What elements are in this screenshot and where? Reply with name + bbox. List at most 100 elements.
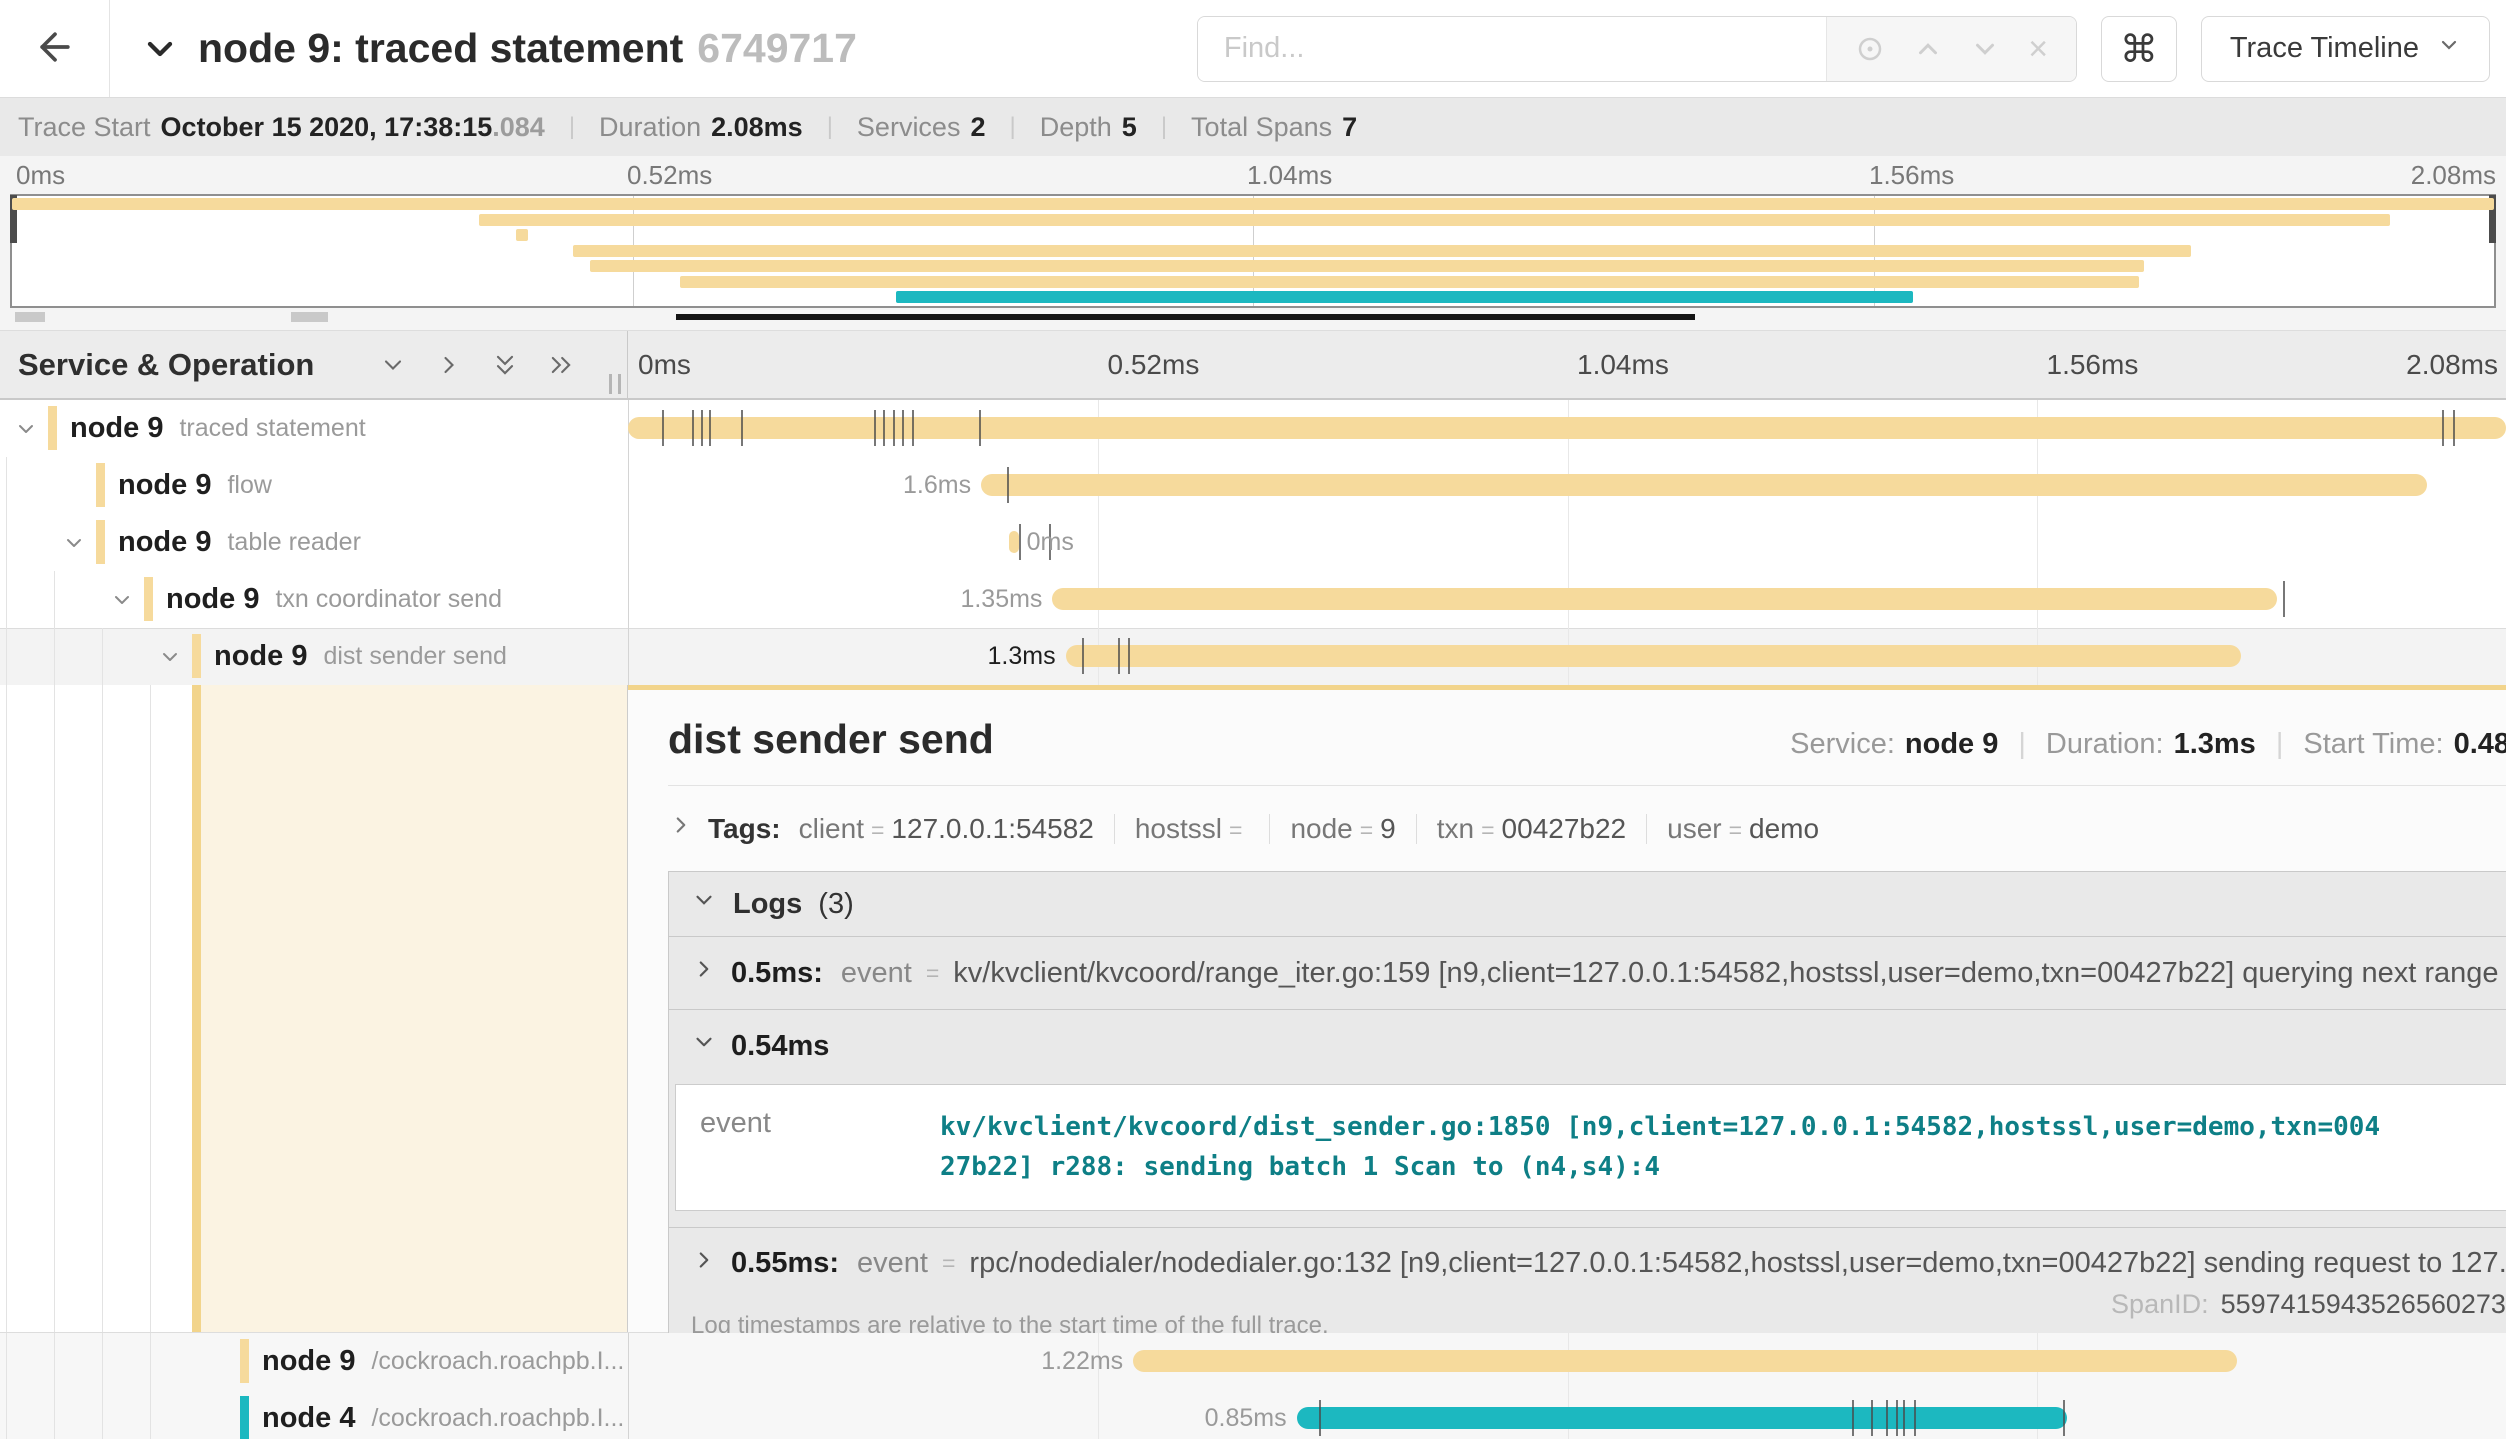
span-meta-label: Service: xyxy=(1790,728,1895,760)
collapse-all-icon[interactable] xyxy=(491,351,519,379)
collapse-trace-chevron-icon[interactable] xyxy=(140,29,180,69)
span-name[interactable]: node 9flow xyxy=(118,457,272,514)
expand-all-icon[interactable] xyxy=(547,351,575,379)
span-row-name-cell[interactable]: node 9txn coordinator send xyxy=(0,571,628,628)
span-toggle-chevron-icon[interactable] xyxy=(62,531,86,555)
span-toggle-chevron-icon[interactable] xyxy=(158,645,182,669)
span-duration-bar[interactable] xyxy=(1133,1350,2237,1372)
span-row-name-cell[interactable]: node 9flow xyxy=(0,457,628,514)
span-row[interactable]: node 9 table reader 0ms xyxy=(0,514,2506,571)
summary-item: Total Spans7 xyxy=(1191,112,1357,143)
log-entry: 0.54mseventkv/kvclient/kvcoord/dist_send… xyxy=(669,1009,2506,1211)
logs-header[interactable]: Logs(3) xyxy=(669,872,2506,936)
span-row-timeline-cell[interactable]: 0ms xyxy=(628,514,2506,571)
indent-guide xyxy=(102,685,103,1332)
span-name[interactable]: node 9/cockroach.roachpb.I... xyxy=(262,1333,624,1390)
tag-item[interactable]: user=demo xyxy=(1667,813,1819,845)
match-target-icon[interactable] xyxy=(1855,34,1885,64)
log-toggle-chevron-icon xyxy=(691,956,717,990)
span-row-name-cell[interactable]: node 9traced statement xyxy=(0,400,628,457)
find-input[interactable] xyxy=(1198,17,1826,81)
expand-one-icon[interactable] xyxy=(435,351,463,379)
summary-item: Trace StartOctober 15 2020, 17:38:15.084 xyxy=(18,112,545,143)
minimap-canvas[interactable] xyxy=(10,194,2496,308)
span-row[interactable]: node 9dist sender send 1.3ms xyxy=(0,628,2506,685)
scrubber-range[interactable] xyxy=(676,314,1695,320)
scrubber-handle[interactable] xyxy=(291,312,328,322)
prev-match-icon[interactable] xyxy=(1913,34,1943,64)
back-button[interactable] xyxy=(0,0,110,97)
summary-value-suffix: .084 xyxy=(492,112,545,142)
log-marker-tick xyxy=(883,410,885,446)
span-row-timeline-cell[interactable]: 1.6ms xyxy=(628,457,2506,514)
log-entry-header[interactable]: 0.5ms:event=kv/kvclient/kvcoord/range_it… xyxy=(669,937,2506,1009)
span-name[interactable]: node 9traced statement xyxy=(70,400,366,457)
log-field-value: rpc/nodedialer/nodedialer.go:132 [n9,cli… xyxy=(969,1247,2506,1280)
span-row-name-cell[interactable]: node 9 table reader xyxy=(0,514,628,571)
summary-value: 2.08ms xyxy=(711,112,803,142)
span-duration-bar[interactable] xyxy=(981,474,2427,496)
span-rows: node 9traced statementnode 9flow1.6msnod… xyxy=(0,400,2506,685)
tag-key: txn xyxy=(1437,813,1474,844)
span-duration-label: 1.3ms xyxy=(987,628,1055,685)
span-name[interactable]: node 9dist sender send xyxy=(214,628,507,685)
span-row-timeline-cell[interactable] xyxy=(628,400,2506,457)
keyboard-shortcuts-button[interactable]: ⌘ xyxy=(2101,16,2177,82)
span-duration-label: 0ms xyxy=(1027,514,1074,571)
equals-sign: = xyxy=(1360,817,1373,843)
span-duration-bar[interactable] xyxy=(1297,1407,2067,1429)
span-row-name-cell[interactable]: node 9/cockroach.roachpb.I... xyxy=(0,1333,628,1390)
span-toggle-chevron-icon[interactable] xyxy=(110,588,134,612)
span-name[interactable]: node 9 table reader xyxy=(118,514,361,571)
span-row[interactable]: node 9flow 1.6ms xyxy=(0,457,2506,514)
span-color-bar xyxy=(144,577,153,621)
span-duration-bar[interactable] xyxy=(628,417,2506,439)
span-operation-name: table reader xyxy=(227,528,360,557)
span-service-name: node 9 xyxy=(166,583,259,616)
clear-find-icon[interactable]: × xyxy=(2028,32,2048,66)
tag-key: hostssl xyxy=(1135,813,1222,844)
span-row-timeline-cell[interactable]: 1.22ms xyxy=(628,1333,2506,1390)
span-row-name-cell[interactable]: node 9dist sender send xyxy=(0,628,628,685)
trace-view-selector[interactable]: Trace Timeline xyxy=(2201,16,2490,82)
collapse-one-icon[interactable] xyxy=(379,351,407,379)
span-row[interactable]: node 9txn coordinator send 1.35ms xyxy=(0,571,2506,628)
span-duration-bar[interactable] xyxy=(1009,531,1018,553)
span-service-name: node 9 xyxy=(214,640,307,673)
summary-item: Duration2.08ms xyxy=(599,112,803,143)
span-duration-bar[interactable] xyxy=(1052,588,2276,610)
tag-item[interactable]: node=9 xyxy=(1290,813,1395,845)
column-resizer-handle[interactable] xyxy=(609,374,621,394)
span-row-timeline-cell[interactable]: 0.85ms xyxy=(628,1390,2506,1439)
tag-separator xyxy=(1416,814,1417,844)
span-row[interactable]: node 9traced statement xyxy=(0,400,2506,457)
scrubber-handle[interactable] xyxy=(15,312,45,322)
log-marker-tick xyxy=(2283,581,2285,617)
span-toggle-chevron-icon[interactable] xyxy=(14,417,38,441)
span-row-timeline-cell[interactable]: 1.35ms xyxy=(628,571,2506,628)
span-row[interactable]: node 9/cockroach.roachpb.I...1.22ms xyxy=(0,1333,2506,1390)
span-row[interactable]: node 4/cockroach.roachpb.I...0.85ms xyxy=(0,1390,2506,1439)
span-name[interactable]: node 4/cockroach.roachpb.I... xyxy=(262,1390,624,1439)
tag-item[interactable]: txn=00427b22 xyxy=(1437,813,1626,845)
equals-sign: = xyxy=(1229,817,1242,843)
indent-guide xyxy=(54,685,55,1332)
minimap-tick-label: 0ms xyxy=(16,160,65,191)
span-duration-bar[interactable] xyxy=(1066,645,2242,667)
tag-item[interactable]: hostssl = xyxy=(1135,813,1250,845)
span-row-timeline-cell[interactable]: 1.3ms xyxy=(628,628,2506,685)
timeline-tick-label: 2.08ms xyxy=(2406,349,2498,381)
collapse-controls xyxy=(379,351,575,379)
tags-row[interactable]: Tags:client=127.0.0.1:54582hostssl=node=… xyxy=(668,812,2506,845)
find-controls: × xyxy=(1826,17,2076,81)
span-name[interactable]: node 9txn coordinator send xyxy=(166,571,502,628)
minimap-tick-labels: 0ms0.52ms1.04ms1.56ms2.08ms xyxy=(0,160,2506,192)
span-row-name-cell[interactable]: node 4/cockroach.roachpb.I... xyxy=(0,1390,628,1439)
tag-item[interactable]: client=127.0.0.1:54582 xyxy=(799,813,1094,845)
log-marker-tick xyxy=(2063,1400,2065,1436)
span-meta-value: 0.48ms xyxy=(2454,728,2506,760)
span-meta-value: node 9 xyxy=(1905,728,1998,760)
next-match-icon[interactable] xyxy=(1970,34,2000,64)
span-service-name: node 9 xyxy=(118,526,211,559)
log-entry-header[interactable]: 0.54ms xyxy=(669,1010,2506,1082)
